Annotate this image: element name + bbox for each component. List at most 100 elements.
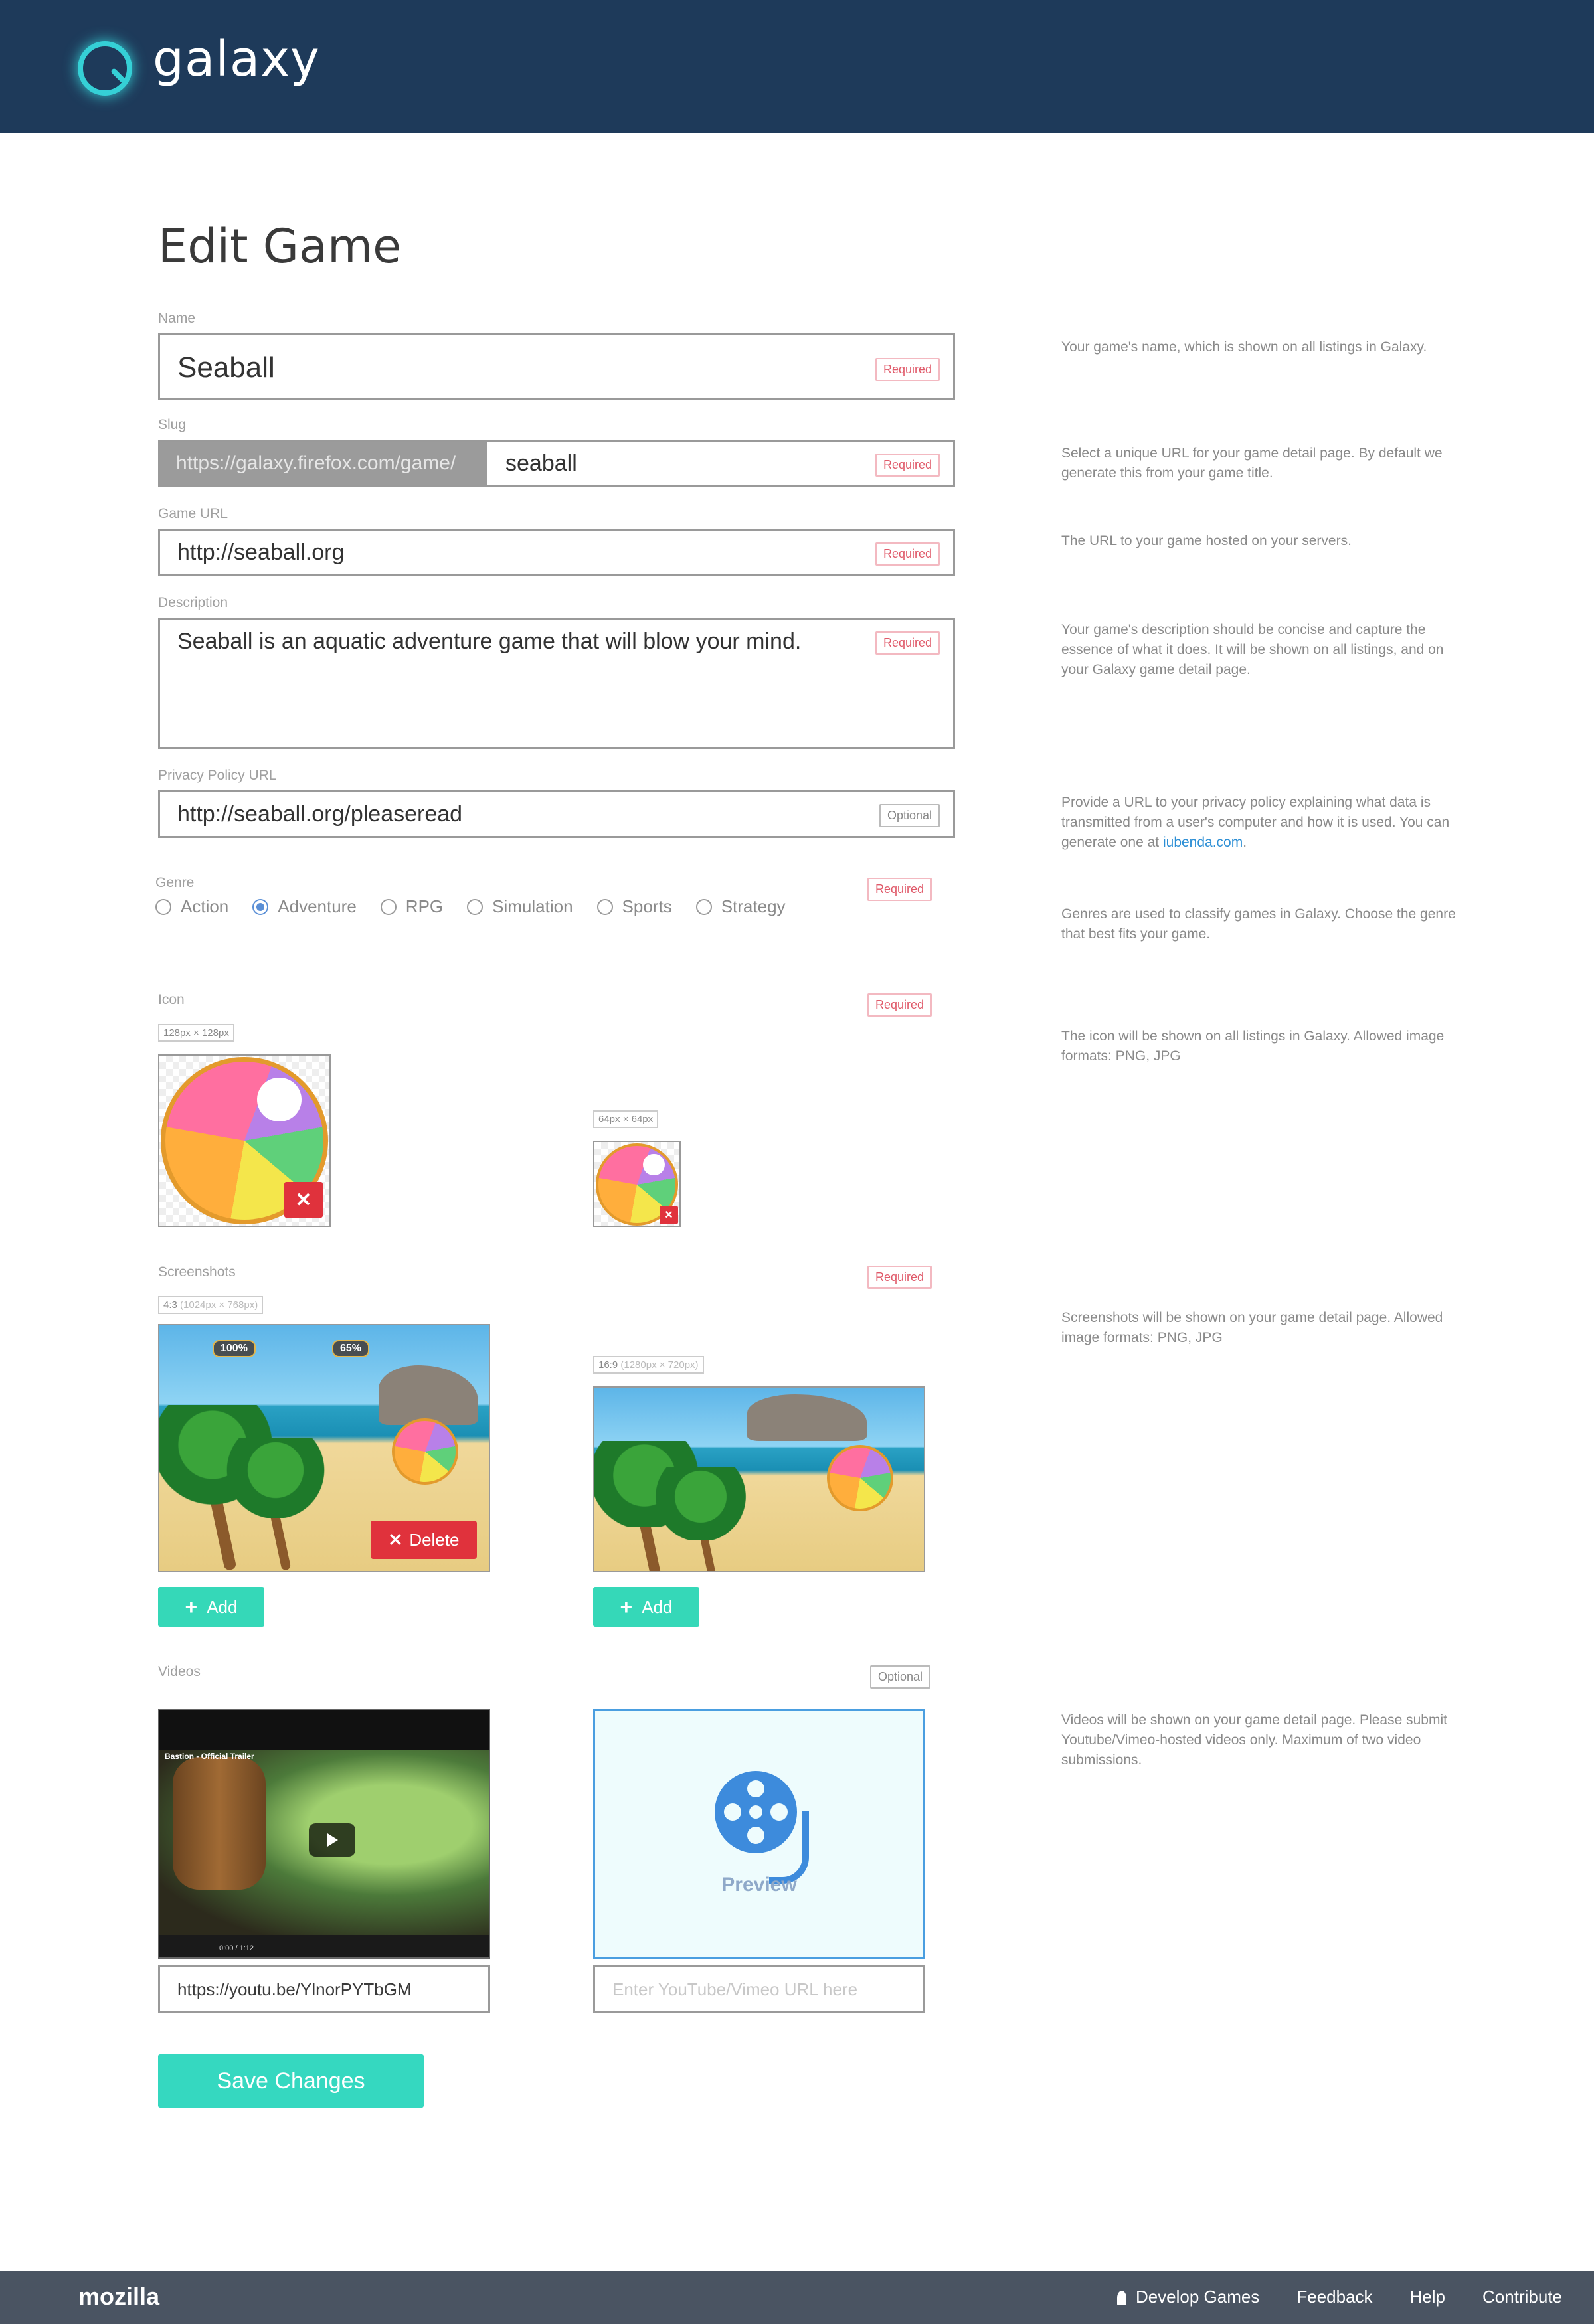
screenshot-4-3-preview: 100% 65% ✕ Delete [158, 1324, 490, 1572]
video-title: Bastion - Official Trailer [165, 1752, 254, 1761]
description-textarea[interactable]: Seaball is an aquatic adventure game tha… [158, 618, 955, 749]
genre-label: Genre [155, 875, 195, 890]
genre-radio-adventure[interactable]: Adventure [252, 896, 357, 917]
videos-label: Videos [158, 1664, 201, 1679]
reel-hole [747, 1827, 764, 1844]
radio-checked-icon [252, 898, 269, 915]
genre-radio-sports[interactable]: Sports [596, 896, 672, 917]
video-time: 0:00 / 1:12 [219, 1944, 254, 1952]
description-help: Your game's description should be concis… [1061, 622, 1444, 677]
hud-health-right: 65% [332, 1340, 370, 1357]
genre-radio-action[interactable]: Action [155, 896, 228, 917]
icon-help: The icon will be shown on all listings i… [1061, 1029, 1445, 1064]
radio-label: RPG [405, 896, 444, 916]
icon-label: Icon [158, 992, 185, 1007]
close-icon: ✕ [388, 1529, 403, 1550]
privacy-help: Provide a URL to your privacy policy exp… [1061, 793, 1460, 853]
game-url-label: Game URL [158, 506, 228, 521]
game-url-input[interactable]: http://seaball.org Required [158, 529, 955, 576]
radio-circle-icon [155, 898, 171, 915]
site-footer: mozilla Develop Games Feedback Help Cont… [0, 2271, 1594, 2324]
iubenda-link[interactable]: iubenda.com [1163, 835, 1243, 850]
reel-hole [724, 1803, 741, 1821]
video-preview-placeholder: Preview [593, 1709, 925, 1959]
radio-circle-icon [467, 898, 484, 915]
icon-size-tag-large: 128px × 128px [158, 1024, 234, 1042]
privacy-help-end: . [1243, 835, 1247, 850]
privacy-url-input[interactable]: http://seaball.org/pleaseread Optional [158, 790, 955, 838]
footer-nav: Develop Games Feedback Help Contribute [1080, 2287, 1562, 2307]
ratio-text: 4:3 [163, 1299, 177, 1311]
radio-circle-icon [695, 898, 712, 915]
name-input[interactable]: Seaball Required [158, 333, 955, 400]
genre-radio-group: Action Adventure RPG Simulation Sports S… [155, 896, 810, 917]
reel-hole [749, 1805, 762, 1819]
required-badge: Required [867, 993, 932, 1017]
radio-label: Action [181, 896, 229, 916]
privacy-help-text: Provide a URL to your privacy policy exp… [1061, 795, 1450, 850]
screenshot-ratio-tag-16-9: 16:9 (1280px × 720px) [593, 1356, 704, 1374]
video-controls [159, 1935, 489, 1957]
name-label: Name [158, 311, 196, 326]
optional-badge: Optional [870, 1665, 931, 1689]
preview-label: Preview [721, 1874, 797, 1896]
footer-link-label: Develop Games [1135, 2287, 1260, 2307]
save-changes-button[interactable]: Save Changes [158, 2054, 424, 2108]
rock-shape [379, 1365, 478, 1425]
play-icon[interactable] [309, 1823, 355, 1857]
required-badge: Required [875, 542, 940, 566]
game-url-value: http://seaball.org [177, 540, 345, 565]
rock-shape [747, 1394, 867, 1441]
remove-icon-small-button[interactable]: ✕ [660, 1206, 678, 1224]
rocket-icon [1116, 2291, 1126, 2306]
description-value: Seaball is an aquatic adventure game tha… [177, 629, 802, 654]
required-badge: Required [867, 1266, 932, 1289]
video-url-input-2[interactable]: Enter YouTube/Vimeo URL here [593, 1965, 925, 2013]
palm-tree [654, 1467, 747, 1540]
slug-prefix: https://galaxy.firefox.com/game/ [160, 442, 487, 485]
hud-health-left: 100% [213, 1340, 256, 1357]
footer-link-develop-games[interactable]: Develop Games [1116, 2287, 1260, 2307]
add-screenshot-16-9-button[interactable]: + Add [593, 1587, 699, 1627]
beach-ball-icon [827, 1445, 893, 1511]
add-label: Add [207, 1596, 238, 1617]
genre-radio-rpg[interactable]: RPG [380, 896, 444, 917]
screenshots-help: Screenshots will be shown on your game d… [1061, 1310, 1443, 1345]
genre-radio-simulation[interactable]: Simulation [467, 896, 573, 917]
screenshot-16-9-preview [593, 1386, 925, 1572]
add-label: Add [642, 1596, 673, 1617]
required-badge: Required [875, 454, 940, 477]
galaxy-logo-icon[interactable] [78, 41, 132, 96]
slug-help: Select a unique URL for your game detail… [1061, 446, 1443, 481]
required-badge: Required [867, 878, 932, 901]
radio-circle-icon [596, 898, 613, 915]
dims-text: (1024px × 768px) [180, 1299, 258, 1311]
required-badge: Required [875, 358, 940, 381]
film-strip-shape [769, 1811, 809, 1884]
screenshot-ratio-tag-4-3: 4:3 (1024px × 768px) [158, 1296, 264, 1314]
delete-screenshot-button[interactable]: ✕ Delete [371, 1521, 477, 1559]
slug-input[interactable]: https://galaxy.firefox.com/game/ seaball… [158, 440, 955, 487]
add-screenshot-4-3-button[interactable]: + Add [158, 1587, 264, 1627]
radio-circle-icon [380, 898, 397, 915]
privacy-url-value: http://seaball.org/pleaseread [177, 801, 463, 827]
screenshots-label: Screenshots [158, 1264, 236, 1280]
logo-text[interactable]: galaxy [153, 31, 320, 88]
footer-link-feedback[interactable]: Feedback [1296, 2287, 1372, 2307]
footer-link-contribute[interactable]: Contribute [1482, 2287, 1562, 2307]
slug-label: Slug [158, 417, 187, 432]
genre-help: Genres are used to classify games in Gal… [1061, 906, 1456, 942]
reel-hole [747, 1780, 764, 1797]
video-url-input-1[interactable]: https://youtu.be/YlnorPYTbGM [158, 1965, 490, 2013]
icon-size-tag-small: 64px × 64px [593, 1110, 659, 1128]
radio-label: Adventure [278, 896, 357, 916]
mozilla-logo[interactable]: mozilla [78, 2283, 159, 2311]
remove-icon-large-button[interactable]: ✕ [284, 1182, 323, 1218]
privacy-label: Privacy Policy URL [158, 768, 277, 783]
icon-small-preview: ✕ [593, 1141, 681, 1227]
video-thumbnail[interactable]: Bastion - Official Trailer 0:00 / 1:12 [158, 1709, 490, 1959]
genre-radio-strategy[interactable]: Strategy [695, 896, 786, 917]
site-header: galaxy [0, 0, 1594, 133]
radio-label: Sports [622, 896, 672, 916]
footer-link-help[interactable]: Help [1410, 2287, 1445, 2307]
